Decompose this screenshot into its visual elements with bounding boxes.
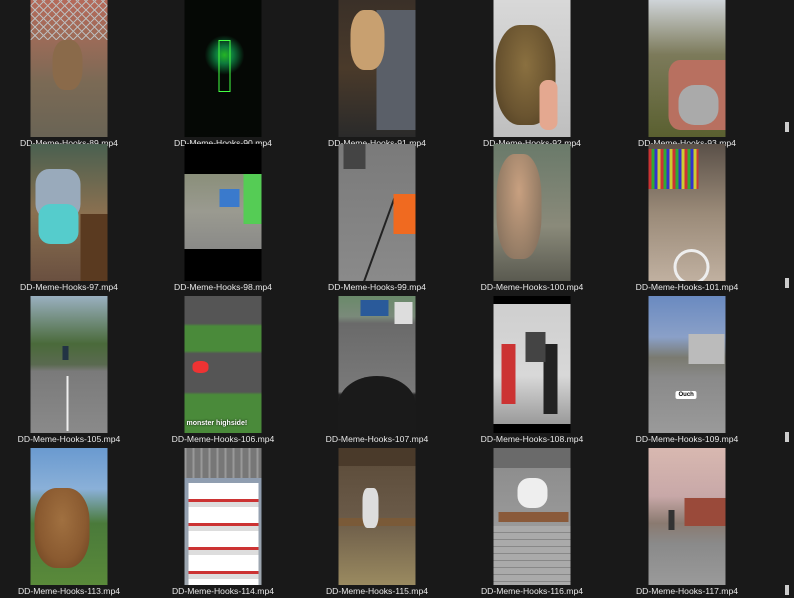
video-thumbnail [30,448,108,585]
video-thumbnail [338,144,416,281]
video-thumbnail: monster highside! [184,296,262,433]
video-thumbnail [184,144,262,281]
file-item[interactable]: DD-Meme-Hooks-108.mp4 [467,296,597,446]
file-item[interactable]: DD-Meme-Hooks-100.mp4 [467,144,597,294]
video-thumbnail [493,296,571,433]
video-thumbnail [338,448,416,585]
file-item[interactable]: DD-Meme-Hooks-101.mp4 [622,144,752,294]
video-thumbnail [493,0,571,137]
file-name: DD-Meme-Hooks-107.mp4 [325,434,429,444]
file-item[interactable]: DD-Meme-Hooks-89.mp4 [4,0,134,150]
file-name: DD-Meme-Hooks-97.mp4 [20,282,118,292]
video-thumbnail [648,144,726,281]
partial-video-thumbnail [785,122,789,132]
video-thumbnail [30,144,108,281]
file-item[interactable]: DD-Meme-Hooks-115.mp4 [312,448,442,598]
video-thumbnail [184,0,262,137]
file-item[interactable]: DD-Meme-Hooks-116.mp4 [467,448,597,598]
file-item[interactable]: DD-Meme-Hooks-117.mp4 [622,448,752,598]
file-name: DD-Meme-Hooks-115.mp4 [325,586,429,596]
file-item[interactable]: DD-Meme-Hooks-93.mp4 [622,0,752,150]
file-item[interactable]: DD-Meme-Hooks-97.mp4 [4,144,134,294]
partial-video-thumbnail [785,432,789,442]
video-thumbnail [30,0,108,137]
file-item[interactable]: DD-Meme-Hooks-99.mp4 [312,144,442,294]
file-name: DD-Meme-Hooks-117.mp4 [635,586,739,596]
file-item[interactable]: DD-Meme-Hooks-114.mp4 [158,448,288,598]
file-name: DD-Meme-Hooks-98.mp4 [174,282,272,292]
video-caption-overlay: monster highside! [186,420,248,427]
file-item[interactable]: DD-Meme-Hooks-107.mp4 [312,296,442,446]
file-name: DD-Meme-Hooks-116.mp4 [480,586,584,596]
file-item[interactable]: DD-Meme-Hooks-105.mp4 [4,296,134,446]
video-thumbnail [493,448,571,585]
file-item[interactable]: DD-Meme-Hooks-92.mp4 [467,0,597,150]
file-item[interactable]: DD-Meme-Hooks-98.mp4 [158,144,288,294]
video-thumbnail [493,144,571,281]
video-thumbnail [30,296,108,433]
video-thumbnail [648,448,726,585]
file-item[interactable]: monster highside! DD-Meme-Hooks-106.mp4 [158,296,288,446]
video-thumbnail: Ouch [648,296,726,433]
file-grid: DD-Meme-Hooks-89.mp4 DD-Meme-Hooks-90.mp… [0,0,794,596]
file-name: DD-Meme-Hooks-113.mp4 [17,586,121,596]
file-name: DD-Meme-Hooks-106.mp4 [171,434,275,444]
file-item[interactable]: DD-Meme-Hooks-90.mp4 [158,0,288,150]
video-thumbnail [648,0,726,137]
partial-video-thumbnail [785,278,789,288]
partial-video-thumbnail [785,585,789,595]
file-name: DD-Meme-Hooks-101.mp4 [635,282,739,292]
file-name: DD-Meme-Hooks-99.mp4 [328,282,426,292]
file-item[interactable]: DD-Meme-Hooks-91.mp4 [312,0,442,150]
video-caption-overlay: Ouch [675,391,697,399]
video-thumbnail [338,0,416,137]
file-name: DD-Meme-Hooks-100.mp4 [480,282,584,292]
file-item[interactable]: Ouch DD-Meme-Hooks-109.mp4 [622,296,752,446]
file-name: DD-Meme-Hooks-114.mp4 [171,586,275,596]
file-name: DD-Meme-Hooks-109.mp4 [635,434,739,444]
video-thumbnail [338,296,416,433]
file-name: DD-Meme-Hooks-105.mp4 [17,434,121,444]
video-thumbnail [184,448,262,585]
file-name: DD-Meme-Hooks-108.mp4 [480,434,584,444]
file-item[interactable]: DD-Meme-Hooks-113.mp4 [4,448,134,598]
